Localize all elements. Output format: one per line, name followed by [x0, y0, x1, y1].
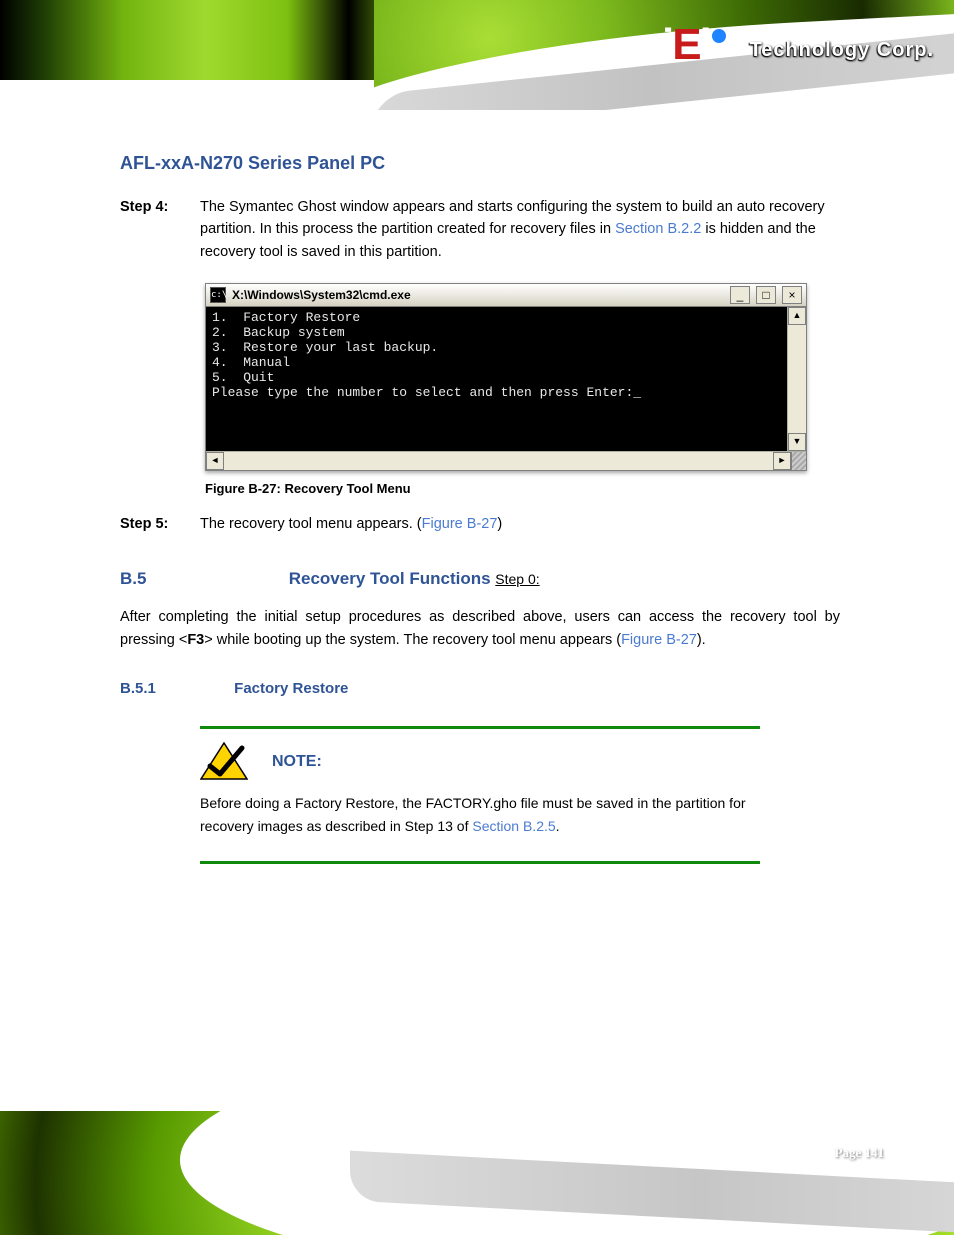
page-content: AFL-xxA-N270 Series Panel PC Step 4: The…: [120, 150, 840, 882]
cmd-title: X:\Windows\System32\cmd.exe: [232, 286, 724, 305]
subsection-heading: B.5.1 Factory Restore: [120, 677, 840, 700]
section-paragraph: After completing the initial setup proce…: [120, 606, 840, 651]
horizontal-scrollbar[interactable]: ◄ ►: [206, 451, 806, 470]
bottom-banner: [0, 1111, 954, 1235]
figure-link[interactable]: Figure B-27: [621, 632, 697, 648]
step-label: Step 5:: [120, 513, 200, 535]
resize-grip-icon[interactable]: [791, 452, 806, 470]
cmd-titlebar: c:\ X:\Windows\System32\cmd.exe _ □ ×: [206, 284, 806, 307]
cmd-body-wrap: 1. Factory Restore 2. Backup system 3. R…: [206, 307, 806, 451]
note-header: NOTE:: [200, 742, 760, 780]
step5-after: ): [497, 516, 502, 532]
logo: iEi ® Technology Corp.: [662, 20, 934, 70]
cmd-line: 2. Backup system: [212, 325, 345, 340]
cmd-line: Please type the number to select and the…: [212, 385, 641, 400]
logo-dot-icon: [712, 29, 726, 43]
maximize-button[interactable]: □: [756, 286, 776, 304]
subsection-number: B.5.1: [120, 677, 230, 700]
section-heading: B.5 Recovery Tool Functions Step 0:: [120, 566, 840, 592]
step-4: Step 4: The Symantec Ghost window appear…: [120, 196, 840, 263]
close-button[interactable]: ×: [782, 286, 802, 304]
note-text: Before doing a Factory Restore, the FACT…: [200, 792, 760, 837]
vertical-scrollbar[interactable]: ▲ ▼: [787, 307, 806, 451]
step5-text: The recovery tool menu appears. (: [200, 516, 422, 532]
scroll-track[interactable]: [224, 452, 773, 470]
top-banner: iEi ® Technology Corp.: [0, 0, 954, 110]
section-link[interactable]: Section B.2.2: [615, 221, 701, 237]
cmd-line: 1. Factory Restore: [212, 310, 360, 325]
warning-check-icon: [200, 742, 248, 780]
figure-caption: Figure B-27: Recovery Tool Menu: [205, 479, 807, 499]
section-underline: Step 0:: [495, 571, 539, 587]
cmd-line: 3. Restore your last backup.: [212, 340, 438, 355]
registered-icon: ®: [726, 32, 744, 60]
figure-cmd-window: c:\ X:\Windows\System32\cmd.exe _ □ × 1.…: [205, 283, 807, 499]
cmd-line: 4. Manual: [212, 355, 290, 370]
subsection-title: Factory Restore: [234, 680, 348, 697]
cmd-window: c:\ X:\Windows\System32\cmd.exe _ □ × 1.…: [205, 283, 807, 471]
scroll-down-icon[interactable]: ▼: [788, 433, 806, 451]
cmd-line: 5. Quit: [212, 370, 274, 385]
scroll-up-icon[interactable]: ▲: [788, 307, 806, 325]
logo-tagline: Technology Corp.: [749, 39, 934, 62]
note-title: NOTE:: [272, 750, 322, 775]
step-5: Step 5: The recovery tool menu appears. …: [120, 513, 840, 535]
note-block: NOTE: Before doing a Factory Restore, th…: [200, 726, 760, 864]
step-label: Step 4:: [120, 196, 200, 263]
step-body: The recovery tool menu appears. (Figure …: [200, 513, 840, 535]
scroll-right-icon[interactable]: ►: [773, 452, 791, 470]
cmd-app-icon: c:\: [210, 287, 226, 303]
step-body: The Symantec Ghost window appears and st…: [200, 196, 840, 263]
section-link[interactable]: Section B.2.5: [472, 818, 555, 834]
section-number: B.5: [120, 566, 284, 592]
cmd-body: 1. Factory Restore 2. Backup system 3. R…: [206, 307, 787, 451]
section-title: Recovery Tool Functions: [289, 569, 496, 588]
circuit-decoration-left: [0, 0, 410, 80]
logo-mark: iEi: [662, 20, 726, 70]
page-number: Page 141: [835, 1145, 884, 1161]
scroll-left-icon[interactable]: ◄: [206, 452, 224, 470]
minimize-button[interactable]: _: [730, 286, 750, 304]
figure-link[interactable]: Figure B-27: [422, 516, 498, 532]
product-title: AFL-xxA-N270 Series Panel PC: [120, 150, 840, 178]
